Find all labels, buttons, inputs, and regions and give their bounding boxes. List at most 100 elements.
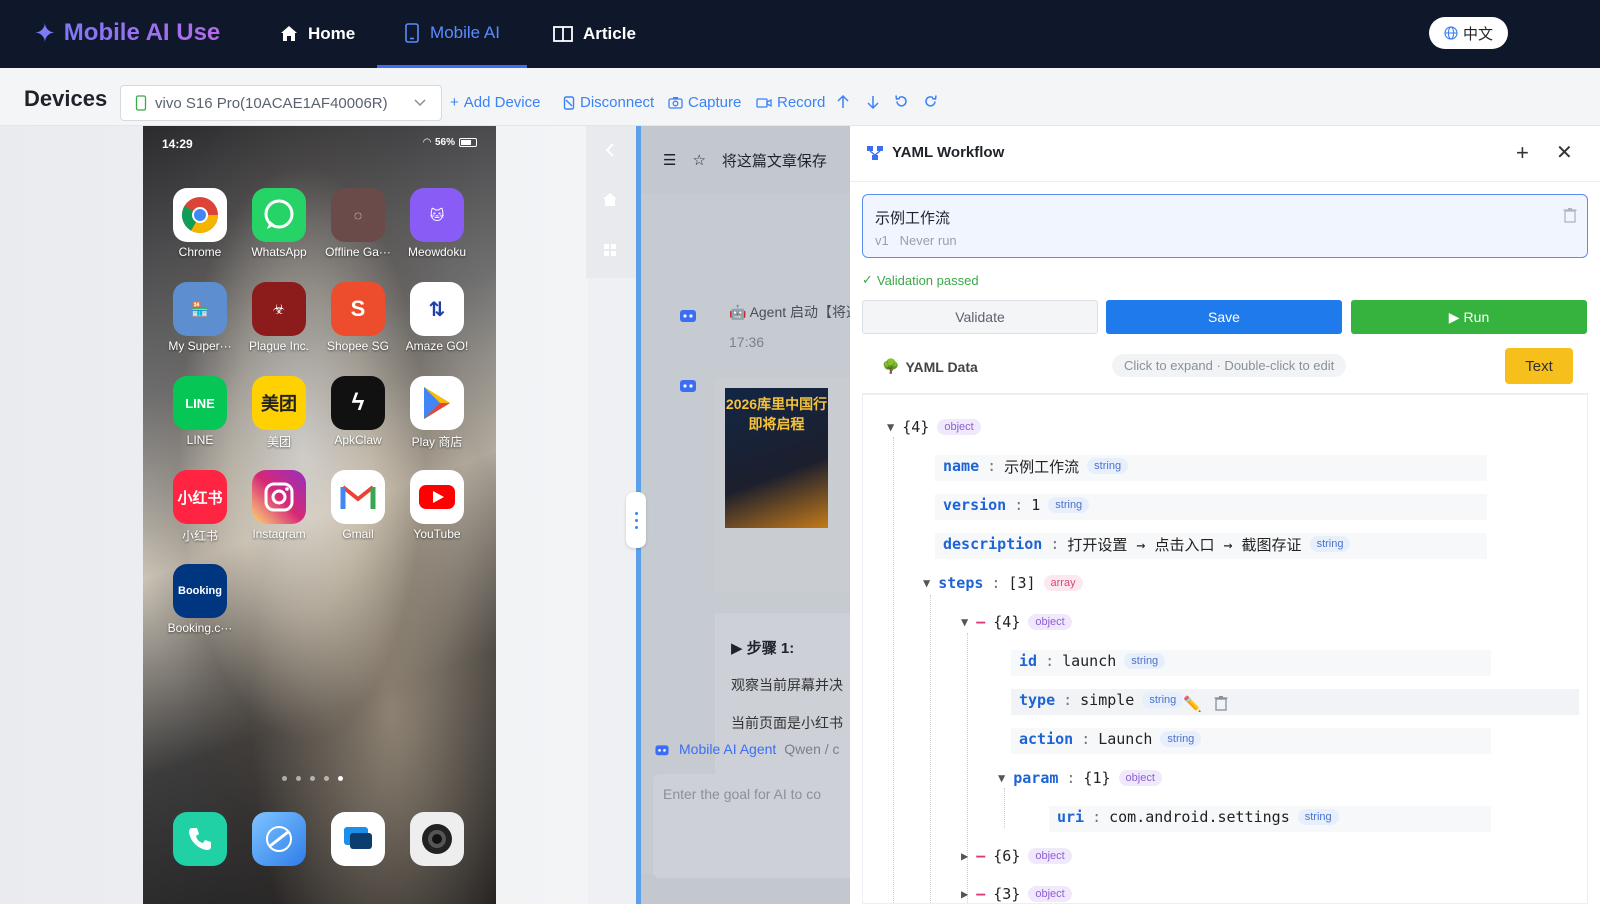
tree-value: {4}: [993, 613, 1021, 631]
app-instagram[interactable]: Instagram: [239, 470, 319, 541]
app-gmail[interactable]: Gmail: [318, 470, 398, 541]
wifi-icon: ◠: [423, 137, 431, 148]
record-button[interactable]: Record: [756, 94, 825, 111]
agent-model[interactable]: Qwen / c: [784, 741, 839, 757]
app-apkclaw[interactable]: ϟ ApkClaw: [318, 376, 398, 447]
poster-thumbnail: 2026库里中国行 即将启程: [725, 388, 828, 528]
app-label: LINE: [186, 433, 214, 447]
tree-value: com.android.settings: [1109, 808, 1290, 826]
collapse-triangle-icon[interactable]: ▼: [923, 576, 930, 590]
arrow-up-icon[interactable]: [836, 94, 850, 110]
run-button[interactable]: ▶ Run: [1351, 300, 1587, 334]
workflow-card[interactable]: 示例工作流 v1 Never run: [862, 194, 1588, 258]
tree-row-action[interactable]: action : Launch string: [1011, 724, 1491, 754]
brand[interactable]: ✦ Mobile AI Use: [34, 18, 220, 48]
tree-key: version: [943, 496, 1007, 514]
dock-camera[interactable]: [397, 812, 477, 866]
device-screen[interactable]: 14:29 ◠ 56% Chrome WhatsApp ◌ Offline Ga…: [143, 126, 496, 904]
type-badge: object: [1118, 770, 1162, 786]
app-xiaohongshu[interactable]: 小红书 小红书: [160, 470, 240, 544]
screenshot-message[interactable]: 2026库里中国行 即将启程: [715, 378, 850, 593]
validate-button[interactable]: Validate: [862, 300, 1098, 334]
tree-row-uri[interactable]: uri : com.android.settings string: [1049, 802, 1491, 832]
app-my-supermarket[interactable]: 🏪 My Super···: [160, 282, 240, 353]
nav-mobile-ai[interactable]: Mobile AI: [377, 0, 527, 68]
nav-article[interactable]: Article: [553, 0, 636, 68]
tree-row-type[interactable]: type : simple string ✏️: [1011, 685, 1579, 715]
booking-icon: Booking: [173, 564, 227, 618]
robot-icon: [655, 744, 669, 755]
dock-browser[interactable]: [239, 812, 319, 866]
panel-resize-handle[interactable]: [626, 492, 646, 548]
collapse-triangle-icon[interactable]: ▼: [961, 615, 968, 629]
capture-button[interactable]: Capture: [668, 94, 741, 111]
tree-row-step-1[interactable]: ▼ – {4} object: [961, 607, 1072, 637]
check-icon: ✓: [862, 272, 873, 287]
app-meowdoku[interactable]: 🐱 Meowdoku: [397, 188, 477, 259]
disconnect-button[interactable]: Disconnect: [563, 94, 654, 111]
device-select[interactable]: vivo S16 Pro(10ACAE1AF40006R): [120, 85, 442, 121]
rotate-right-icon[interactable]: [923, 94, 938, 109]
add-device-button[interactable]: + Add Device: [450, 94, 540, 111]
tree-row-id[interactable]: id : launch string: [1011, 646, 1491, 676]
tree-root[interactable]: ▼ {4} object: [887, 412, 981, 442]
app-amaze-go[interactable]: ⇅ Amaze GO!: [397, 282, 477, 353]
tree-row-version[interactable]: version : 1 string: [935, 490, 1487, 520]
app-shopee[interactable]: S Shopee SG: [318, 282, 398, 353]
tree-row-param[interactable]: ▼ param : {1} object: [998, 763, 1162, 793]
home-icon[interactable]: [602, 192, 618, 208]
collapse-triangle-icon[interactable]: ▼: [998, 771, 1005, 785]
collapse-triangle-icon[interactable]: ▼: [887, 420, 894, 434]
tree-row-description[interactable]: description : 打开设置 → 点击入口 → 截图存证 string: [935, 529, 1487, 559]
dock-messages[interactable]: [318, 812, 398, 866]
close-icon[interactable]: ✕: [1556, 140, 1573, 165]
goal-input[interactable]: Enter the goal for AI to co: [653, 774, 850, 878]
device-select-value: vivo S16 Pro(10ACAE1AF40006R): [155, 94, 388, 112]
app-chrome[interactable]: Chrome: [160, 188, 240, 259]
app-youtube[interactable]: YouTube: [397, 470, 477, 541]
app-label: Instagram: [252, 527, 306, 541]
add-workflow-icon[interactable]: +: [1516, 140, 1529, 166]
tree-value: 打开设置 → 点击入口 → 截图存证: [1067, 535, 1302, 554]
rotate-left-icon[interactable]: [894, 94, 909, 109]
dock-phone[interactable]: [160, 812, 240, 866]
trash-icon[interactable]: [1214, 695, 1228, 711]
xiaohongshu-icon: 小红书: [173, 470, 227, 524]
app-plague-inc[interactable]: ☣ Plague Inc.: [239, 282, 319, 353]
phone-call-icon: [173, 812, 227, 866]
arrow-down-icon[interactable]: [866, 94, 880, 110]
validation-status: ✓ Validation passed: [862, 272, 979, 288]
app-label: Amaze GO!: [405, 339, 469, 353]
nav-home[interactable]: Home: [280, 0, 355, 68]
edit-icon[interactable]: ✏️: [1183, 695, 1202, 713]
app-booking[interactable]: Booking Booking.c···: [160, 564, 240, 635]
star-icon[interactable]: ☆: [692, 151, 705, 169]
app-whatsapp[interactable]: WhatsApp: [239, 188, 319, 259]
trash-icon[interactable]: [1563, 207, 1577, 223]
menu-icon[interactable]: ☰: [663, 151, 676, 169]
language-button[interactable]: 中文: [1429, 17, 1508, 49]
robot-mini-icon: 🤖: [729, 304, 750, 320]
app-offline-games[interactable]: ◌ Offline Ga···: [318, 188, 398, 259]
app-play-store[interactable]: Play 商店: [397, 376, 477, 450]
tree-row-name[interactable]: name : 示例工作流 string: [935, 451, 1487, 481]
app-meituan[interactable]: 美团 美团: [239, 376, 319, 450]
tree-row-step-2[interactable]: ▶ – {6} object: [961, 841, 1072, 871]
tree-row-steps[interactable]: ▼ steps : [3] array: [923, 568, 1083, 598]
app-line[interactable]: LINE LINE: [160, 376, 240, 447]
apps-grid-icon[interactable]: [602, 242, 618, 258]
agent-model-bar: Mobile AI Agent Qwen / c: [641, 726, 850, 772]
back-icon[interactable]: [602, 142, 618, 158]
shopping-bag-icon: S: [331, 282, 385, 336]
play-icon: ▶: [1448, 308, 1460, 325]
expand-triangle-icon[interactable]: ▶: [961, 849, 968, 863]
expand-triangle-icon[interactable]: ▶: [961, 887, 968, 901]
disconnect-label: Disconnect: [580, 94, 655, 111]
save-button[interactable]: Save: [1106, 300, 1342, 334]
text-mode-button[interactable]: Text: [1505, 348, 1573, 384]
tree-row-step-3[interactable]: ▶ – {3} object: [961, 879, 1072, 903]
root-count: {4}: [902, 418, 930, 436]
screen-nav-rail: [586, 126, 638, 278]
colon: :: [1050, 535, 1060, 553]
page-dot: [282, 776, 287, 781]
